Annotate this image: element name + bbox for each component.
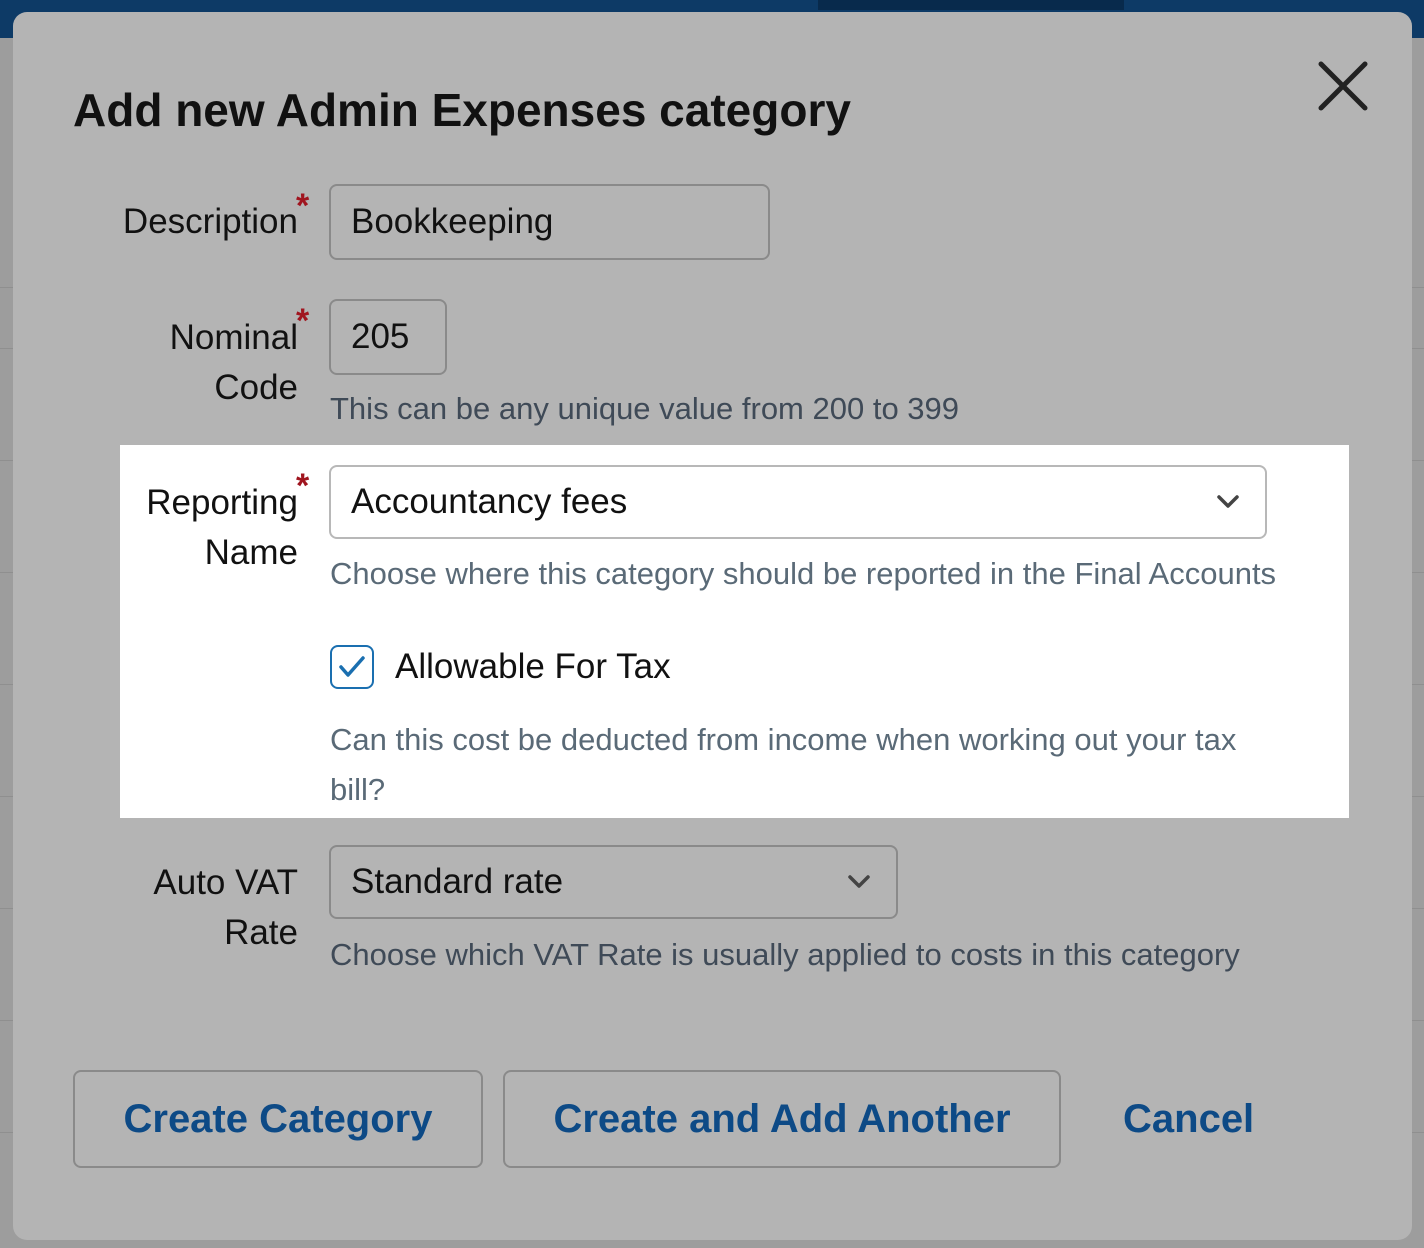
auto-vat-rate-label-line1: Auto VAT bbox=[153, 863, 298, 902]
reporting-name-label-line2: Name bbox=[204, 533, 298, 572]
reporting-name-help: Choose where this category should be rep… bbox=[330, 556, 1277, 591]
reporting-section-highlight: Reporting Name * Accountancy fees Choose… bbox=[120, 445, 1349, 818]
add-category-modal: Add new Admin Expenses category Descript… bbox=[13, 12, 1412, 1240]
nominal-code-field[interactable]: 205 bbox=[329, 299, 447, 375]
close-icon bbox=[1318, 61, 1368, 111]
reporting-name-select[interactable]: Accountancy fees bbox=[329, 465, 1267, 539]
description-label: Description bbox=[122, 202, 298, 241]
description-required-mark: * bbox=[296, 187, 310, 225]
allowable-for-tax-label: Allowable For Tax bbox=[395, 647, 671, 686]
auto-vat-rate-selected-value: Standard rate bbox=[351, 862, 564, 901]
checkmark-icon bbox=[339, 656, 365, 677]
create-category-button[interactable]: Create Category bbox=[73, 1070, 483, 1168]
description-field[interactable]: Bookkeeping bbox=[329, 184, 770, 260]
nominal-code-label-line2: Code bbox=[214, 368, 298, 407]
background-top-bar-tab bbox=[818, 0, 1124, 10]
chevron-down-icon bbox=[1217, 495, 1239, 508]
modal-title: Add new Admin Expenses category bbox=[73, 84, 851, 136]
nominal-code-required-mark: * bbox=[296, 302, 310, 340]
auto-vat-rate-select[interactable]: Standard rate bbox=[329, 845, 898, 919]
allowable-for-tax-help-line1: Can this cost be deducted from income wh… bbox=[330, 722, 1237, 757]
nominal-code-help: This can be any unique value from 200 to… bbox=[330, 391, 960, 426]
nominal-code-label-line1: Nominal bbox=[169, 318, 298, 357]
chevron-down-icon bbox=[848, 875, 870, 888]
close-button[interactable] bbox=[1313, 56, 1373, 116]
allowable-for-tax-help-line2: bill? bbox=[330, 772, 386, 807]
create-and-add-another-button[interactable]: Create and Add Another bbox=[503, 1070, 1061, 1168]
cancel-button[interactable]: Cancel bbox=[1123, 1070, 1254, 1168]
reporting-name-selected-value: Accountancy fees bbox=[351, 482, 628, 521]
reporting-name-required-mark: * bbox=[296, 467, 310, 505]
auto-vat-rate-help: Choose which VAT Rate is usually applied… bbox=[330, 937, 1240, 972]
auto-vat-rate-label-line2: Rate bbox=[224, 913, 298, 952]
allowable-for-tax-checkbox[interactable] bbox=[330, 645, 374, 689]
reporting-name-label-line1: Reporting bbox=[146, 483, 298, 522]
